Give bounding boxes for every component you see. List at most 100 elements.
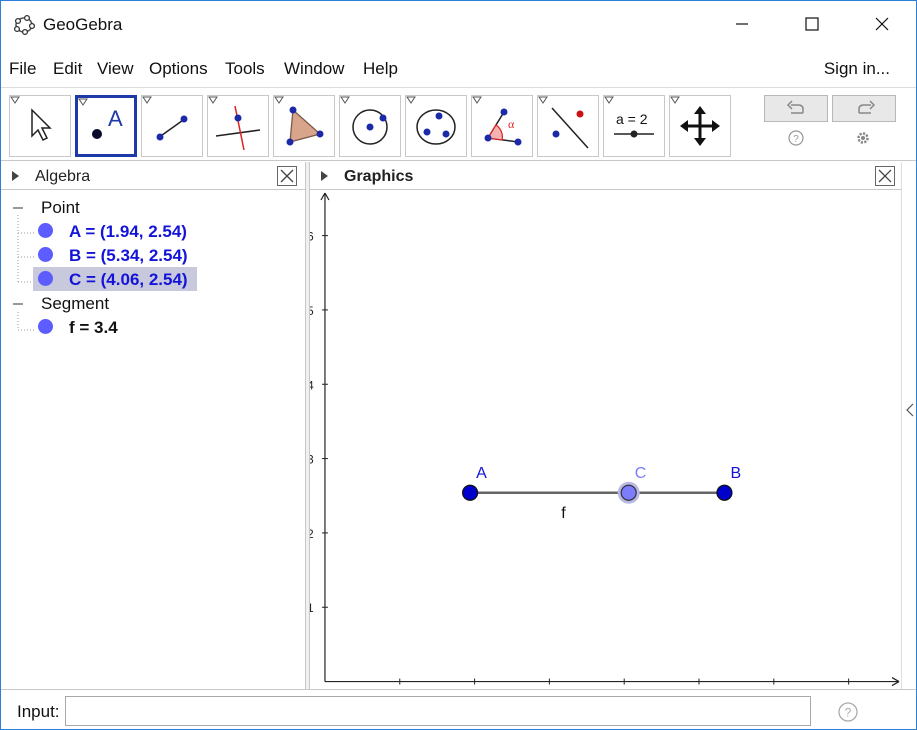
help-icon[interactable]: ? bbox=[837, 701, 859, 723]
algebra-item-a[interactable]: A = (1.94, 2.54) bbox=[31, 220, 271, 242]
menu-help[interactable]: Help bbox=[363, 59, 398, 79]
right-collapse-strip bbox=[901, 162, 916, 689]
collapse-segment-group-icon[interactable] bbox=[11, 297, 25, 311]
angle-tool-button[interactable]: α bbox=[471, 95, 533, 157]
minimize-icon bbox=[736, 23, 748, 25]
line-tool-button[interactable] bbox=[141, 95, 203, 157]
algebra-item-c[interactable]: C = (4.06, 2.54) bbox=[31, 268, 271, 290]
visibility-toggle-icon[interactable] bbox=[38, 247, 53, 262]
graphics-header: Graphics bbox=[310, 162, 901, 190]
sign-in-link[interactable]: Sign in... bbox=[824, 59, 890, 79]
tool-menu-arrow-icon bbox=[670, 96, 680, 104]
move-tool-icon bbox=[31, 108, 52, 142]
line-tool-icon bbox=[156, 115, 188, 141]
slider-tool-icon: a = 2 bbox=[614, 111, 654, 138]
close-icon bbox=[875, 17, 889, 31]
gear-icon[interactable] bbox=[853, 128, 873, 148]
graphics-canvas[interactable]: 1 2 3 4 5 6 f A B C bbox=[310, 191, 901, 689]
title-bar: GeoGebra bbox=[1, 1, 916, 49]
input-field[interactable] bbox=[65, 696, 811, 726]
y-tick-label: 3 bbox=[310, 453, 314, 467]
point-tool-button[interactable]: A bbox=[75, 95, 137, 157]
visibility-toggle-icon[interactable] bbox=[38, 319, 53, 334]
reflect-tool-button[interactable] bbox=[537, 95, 599, 157]
algebra-title: Algebra bbox=[35, 168, 91, 185]
menu-options[interactable]: Options bbox=[149, 59, 208, 79]
circle-three-points-tool-button[interactable] bbox=[405, 95, 467, 157]
close-button[interactable] bbox=[859, 1, 905, 47]
menu-view[interactable]: View bbox=[97, 59, 134, 79]
visibility-toggle-icon[interactable] bbox=[38, 223, 53, 238]
y-tick-label: 4 bbox=[310, 378, 314, 392]
segment-label: f bbox=[561, 505, 566, 522]
perpendicular-line-tool-icon bbox=[215, 105, 261, 151]
point-a bbox=[461, 484, 479, 501]
graphics-close-button[interactable] bbox=[875, 166, 895, 186]
panel-toggle-icon[interactable] bbox=[320, 171, 328, 181]
tool-menu-arrow-icon bbox=[274, 96, 284, 104]
y-tick-label: 5 bbox=[310, 304, 314, 318]
algebra-item-b[interactable]: B = (5.34, 2.54) bbox=[31, 244, 271, 266]
menu-tools[interactable]: Tools bbox=[225, 59, 265, 79]
perpendicular-line-tool-button[interactable] bbox=[207, 95, 269, 157]
redo-button[interactable] bbox=[832, 95, 896, 122]
close-icon bbox=[280, 169, 294, 183]
algebra-item-text: A = (1.94, 2.54) bbox=[69, 222, 187, 241]
tool-menu-arrow-icon bbox=[340, 96, 350, 104]
menu-window[interactable]: Window bbox=[284, 59, 344, 79]
polygon-tool-icon bbox=[286, 106, 324, 146]
move-graphics-view-tool-button[interactable] bbox=[669, 95, 731, 157]
tool-menu-arrow-icon bbox=[78, 98, 88, 106]
toolbar: A α a = 2 ? bbox=[1, 87, 916, 161]
tool-menu-arrow-icon bbox=[10, 96, 20, 104]
point-tool-glyph: A bbox=[108, 106, 123, 131]
y-tick-label: 6 bbox=[310, 230, 314, 244]
point-tool-icon: A bbox=[92, 106, 123, 139]
menu-file[interactable]: File bbox=[9, 59, 36, 79]
visibility-toggle-icon[interactable] bbox=[38, 271, 53, 286]
redo-icon bbox=[858, 100, 876, 114]
y-tick-label: 2 bbox=[310, 527, 314, 541]
menu-edit[interactable]: Edit bbox=[53, 59, 82, 79]
collapse-point-group-icon[interactable] bbox=[11, 201, 25, 215]
point-label: A bbox=[476, 465, 487, 482]
move-graphics-view-tool-icon bbox=[680, 106, 720, 146]
geogebra-window: GeoGebra File Edit View Options Tools Wi… bbox=[0, 0, 917, 730]
undo-icon bbox=[786, 100, 804, 114]
help-icon[interactable]: ? bbox=[786, 128, 806, 148]
point-b bbox=[716, 484, 733, 501]
reflect-tool-icon bbox=[551, 107, 589, 149]
angle-glyph: α bbox=[508, 117, 515, 131]
undo-button[interactable] bbox=[764, 95, 828, 122]
polygon-tool-button[interactable] bbox=[273, 95, 335, 157]
tool-menu-arrow-icon bbox=[142, 96, 152, 104]
algebra-view: Algebra Point A = (1.94, 2.54) B = (5.34… bbox=[1, 162, 306, 689]
input-bar: Input: ? bbox=[1, 689, 916, 729]
algebra-item-text: f = 3.4 bbox=[69, 318, 118, 337]
circle-center-point-tool-button[interactable] bbox=[339, 95, 401, 157]
menu-bar: File Edit View Options Tools Window Help… bbox=[1, 51, 916, 85]
move-tool-button[interactable] bbox=[9, 95, 71, 157]
tool-menu-arrow-icon bbox=[538, 96, 548, 104]
svg-text:?: ? bbox=[845, 706, 852, 720]
slider-glyph: a = 2 bbox=[616, 111, 648, 127]
angle-tool-icon: α bbox=[484, 108, 522, 146]
y-tick-label: 1 bbox=[310, 601, 314, 615]
algebra-header: Algebra bbox=[1, 162, 305, 190]
group-label-point: Point bbox=[41, 198, 80, 217]
slider-tool-button[interactable]: a = 2 bbox=[603, 95, 665, 157]
expand-panel-arrow-icon[interactable] bbox=[905, 402, 915, 418]
algebra-close-button[interactable] bbox=[277, 166, 297, 186]
panel-toggle-icon[interactable] bbox=[11, 171, 19, 181]
algebra-item-f[interactable]: f = 3.4 bbox=[31, 316, 271, 338]
algebra-item-text: B = (5.34, 2.54) bbox=[69, 246, 188, 265]
graphics-view[interactable]: Graphics 1 2 3 4 5 6 f A B C bbox=[310, 162, 901, 689]
point-label: B bbox=[730, 465, 741, 482]
tool-menu-arrow-icon bbox=[604, 96, 614, 104]
tool-menu-arrow-icon bbox=[472, 96, 482, 104]
input-label: Input: bbox=[17, 702, 60, 721]
group-label-segment: Segment bbox=[41, 294, 110, 313]
minimize-button[interactable] bbox=[719, 1, 765, 47]
close-icon bbox=[878, 169, 892, 183]
maximize-button[interactable] bbox=[789, 1, 835, 47]
